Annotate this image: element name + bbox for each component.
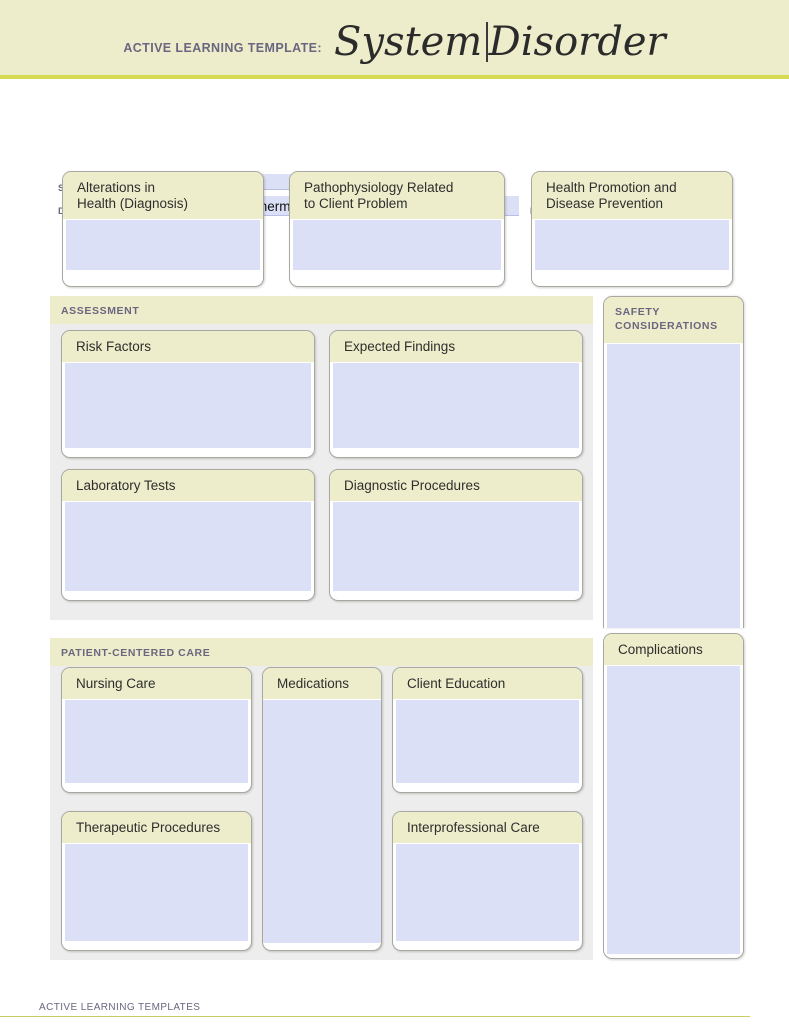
card-title: Laboratory Tests xyxy=(62,470,314,501)
card-input-area[interactable] xyxy=(396,843,579,941)
card-input-area[interactable] xyxy=(333,501,579,591)
card-input-area[interactable] xyxy=(263,699,381,943)
card-risk-factors[interactable]: Risk Factors xyxy=(61,330,315,458)
card-input-area[interactable] xyxy=(535,219,729,270)
card-input-area[interactable] xyxy=(65,699,248,783)
text-caret-icon xyxy=(486,22,488,62)
card-input-area[interactable] xyxy=(293,219,501,270)
card-client-education[interactable]: Client Education xyxy=(392,667,583,793)
card-title: Expected Findings xyxy=(330,331,582,362)
card-title: Nursing Care xyxy=(62,668,251,699)
card-title: Complications xyxy=(604,634,743,665)
card-input-area[interactable] xyxy=(65,362,311,448)
card-title: Health Promotion and Disease Prevention xyxy=(532,172,732,219)
card-title: Alterations in Health (Diagnosis) xyxy=(63,172,263,219)
card-pathophysiology[interactable]: Pathophysiology Related to Client Proble… xyxy=(289,171,505,287)
header-title-row: ACTIVE LEARNING TEMPLATE: System Disorder xyxy=(0,19,789,65)
card-complications[interactable]: Complications xyxy=(603,633,744,959)
header-banner: ACTIVE LEARNING TEMPLATE: System Disorder xyxy=(0,0,789,79)
meta-fields: STUDENT NAME DISORDER/DISEASE PROCESS Hy… xyxy=(0,79,789,217)
card-input-area[interactable] xyxy=(66,219,260,270)
card-expected-findings[interactable]: Expected Findings xyxy=(329,330,583,458)
card-title: Medications xyxy=(263,668,381,699)
card-input-area[interactable] xyxy=(65,843,248,941)
card-input-area[interactable] xyxy=(333,362,579,448)
card-title: Diagnostic Procedures xyxy=(330,470,582,501)
footer-label: ACTIVE LEARNING TEMPLATES xyxy=(39,1002,201,1013)
card-title: Risk Factors xyxy=(62,331,314,362)
card-laboratory-tests[interactable]: Laboratory Tests xyxy=(61,469,315,601)
assessment-section-label: ASSESSMENT xyxy=(50,296,593,324)
card-input-area[interactable] xyxy=(607,665,740,954)
card-therapeutic-procedures[interactable]: Therapeutic Procedures xyxy=(61,811,252,951)
card-input-area[interactable] xyxy=(396,699,579,783)
card-health-promotion[interactable]: Health Promotion and Disease Prevention xyxy=(531,171,733,287)
footer: ACTIVE LEARNING TEMPLATES xyxy=(0,1002,750,1017)
card-input-area[interactable] xyxy=(607,344,740,628)
card-title: Interprofessional Care xyxy=(393,812,582,843)
patient-centered-care-section-label: PATIENT-CENTERED CARE xyxy=(50,638,593,666)
card-diagnostic-procedures[interactable]: Diagnostic Procedures xyxy=(329,469,583,601)
card-alterations-in-health[interactable]: Alterations in Health (Diagnosis) xyxy=(62,171,264,287)
card-nursing-care[interactable]: Nursing Care xyxy=(61,667,252,793)
card-interprofessional-care[interactable]: Interprofessional Care xyxy=(392,811,583,951)
page-title-word-system: System xyxy=(333,19,483,65)
card-medications[interactable]: Medications xyxy=(262,667,382,951)
card-title: Therapeutic Procedures xyxy=(62,812,251,843)
footer-divider xyxy=(0,1016,750,1017)
card-safety-considerations[interactable]: SAFETY CONSIDERATIONS xyxy=(603,296,744,628)
card-title: Pathophysiology Related to Client Proble… xyxy=(290,172,504,219)
card-input-area[interactable] xyxy=(65,501,311,591)
page-title: System Disorder xyxy=(334,19,666,65)
template-eyebrow-label: ACTIVE LEARNING TEMPLATE: xyxy=(123,41,322,55)
page-title-word-disorder: Disorder xyxy=(488,19,666,65)
card-title: Client Education xyxy=(393,668,582,699)
safety-considerations-label: SAFETY CONSIDERATIONS xyxy=(604,297,743,343)
